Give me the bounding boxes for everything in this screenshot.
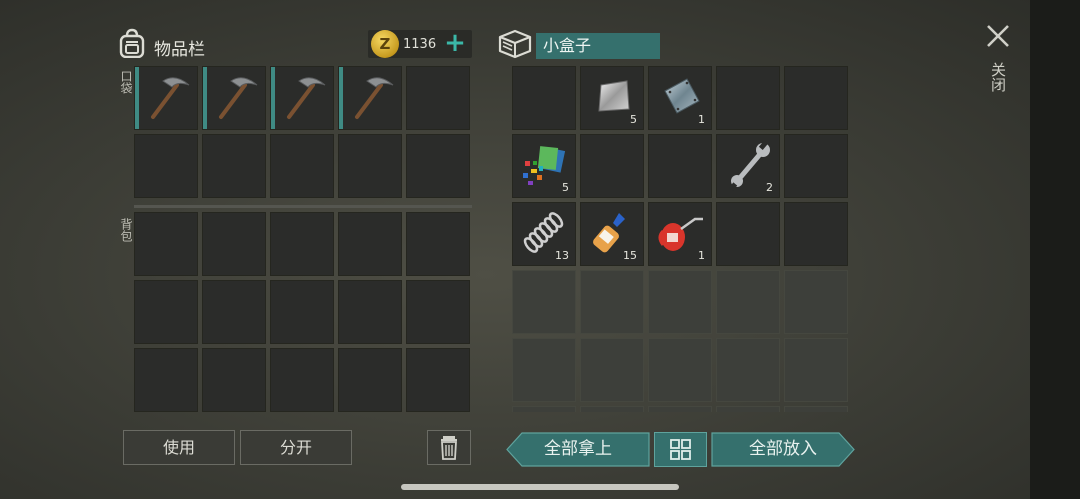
pocket-slot[interactable] xyxy=(270,66,334,130)
pocket-slot[interactable] xyxy=(134,66,198,130)
container-slot-locked xyxy=(648,406,712,412)
container-slot-locked xyxy=(580,406,644,412)
use-button[interactable]: 使用 xyxy=(123,430,235,465)
container-slot-locked xyxy=(716,406,780,412)
trash-button[interactable] xyxy=(427,430,471,465)
grid-icon xyxy=(670,439,691,460)
container-slot-locked xyxy=(716,338,780,402)
pickaxe-icon xyxy=(151,77,190,119)
pocket-slot[interactable] xyxy=(134,134,198,198)
pocket-label: 口袋 xyxy=(119,70,133,94)
item-count: 1 xyxy=(698,249,705,262)
item-count: 5 xyxy=(630,113,637,126)
backpack-slot[interactable] xyxy=(338,212,402,276)
container-slot[interactable] xyxy=(784,134,848,198)
pocket-slot[interactable] xyxy=(406,134,470,198)
container-slot[interactable]: 1 xyxy=(648,66,712,130)
close-icon[interactable] xyxy=(984,22,1012,50)
container-slot[interactable]: 15 xyxy=(580,202,644,266)
box-icon xyxy=(498,29,532,59)
backpack-slot[interactable] xyxy=(270,280,334,344)
screen-edge xyxy=(1030,0,1080,499)
container-slot[interactable]: 5 xyxy=(512,134,576,198)
container-grid[interactable]: 5 1 5 2 13 15 1 xyxy=(512,66,848,412)
container-slot[interactable] xyxy=(784,202,848,266)
pocket-slot[interactable] xyxy=(338,66,402,130)
container-slot-locked xyxy=(784,338,848,402)
home-indicator[interactable] xyxy=(401,484,679,490)
container-slot[interactable]: 13 xyxy=(512,202,576,266)
container-slot-locked xyxy=(784,270,848,334)
backpack-slot[interactable] xyxy=(338,280,402,344)
pocket-grid xyxy=(134,66,470,198)
container-slot-locked xyxy=(512,270,576,334)
container-slot[interactable] xyxy=(648,134,712,198)
put-all-button[interactable]: 全部放入 xyxy=(711,432,855,467)
container-slot-locked xyxy=(512,406,576,412)
container-slot[interactable]: 1 xyxy=(648,202,712,266)
put-all-label: 全部放入 xyxy=(749,439,817,459)
section-divider xyxy=(134,205,472,208)
pocket-slot[interactable] xyxy=(202,66,266,130)
container-name[interactable]: 小盒子 xyxy=(536,33,660,59)
container-slot[interactable] xyxy=(512,66,576,130)
item-count: 1 xyxy=(698,113,705,126)
backpack-slot[interactable] xyxy=(406,348,470,412)
backpack-slot[interactable] xyxy=(270,212,334,276)
take-all-button[interactable]: 全部拿上 xyxy=(506,432,650,467)
item-count: 2 xyxy=(766,181,773,194)
item-count: 15 xyxy=(623,249,637,262)
add-coins-button[interactable]: + xyxy=(444,30,466,58)
trash-icon xyxy=(441,436,457,460)
take-all-label: 全部拿上 xyxy=(544,439,612,459)
backpack-slot[interactable] xyxy=(406,280,470,344)
backpack-icon xyxy=(119,28,145,58)
pocket-slot[interactable] xyxy=(406,66,470,130)
backpack-grid xyxy=(134,212,470,412)
backpack-label: 背包 xyxy=(119,218,133,242)
backpack-slot[interactable] xyxy=(338,348,402,412)
pickaxe-icon xyxy=(219,77,258,119)
backpack-slot[interactable] xyxy=(202,212,266,276)
container-slot[interactable] xyxy=(716,66,780,130)
pocket-slot[interactable] xyxy=(202,134,266,198)
item-count: 13 xyxy=(555,249,569,262)
container-slot-locked xyxy=(648,270,712,334)
close-button-label[interactable]: 关闭 xyxy=(989,62,1007,92)
pocket-slot[interactable] xyxy=(270,134,334,198)
backpack-slot[interactable] xyxy=(202,280,266,344)
container-slot-locked xyxy=(512,338,576,402)
backpack-slot[interactable] xyxy=(270,348,334,412)
container-slot-locked xyxy=(784,406,848,412)
container-slot[interactable] xyxy=(784,66,848,130)
backpack-slot[interactable] xyxy=(134,348,198,412)
split-button[interactable]: 分开 xyxy=(240,430,352,465)
container-slot-locked xyxy=(580,338,644,402)
pocket-slot[interactable] xyxy=(338,134,402,198)
inventory-title: 物品栏 xyxy=(154,40,205,60)
coin-icon: Z xyxy=(371,30,399,58)
container-slot-locked xyxy=(648,338,712,402)
container-slot-locked xyxy=(580,270,644,334)
container-slot[interactable]: 2 xyxy=(716,134,780,198)
pickaxe-icon xyxy=(287,77,326,119)
item-count: 5 xyxy=(562,181,569,194)
backpack-slot[interactable] xyxy=(202,348,266,412)
backpack-slot[interactable] xyxy=(134,280,198,344)
container-slot[interactable] xyxy=(716,202,780,266)
coin-count: 1136 xyxy=(403,37,437,52)
container-slot[interactable] xyxy=(580,134,644,198)
pickaxe-icon xyxy=(355,77,394,119)
backpack-slot[interactable] xyxy=(406,212,470,276)
container-slot-locked xyxy=(716,270,780,334)
sort-button[interactable] xyxy=(654,432,707,467)
backpack-slot[interactable] xyxy=(134,212,198,276)
container-slot[interactable]: 5 xyxy=(580,66,644,130)
